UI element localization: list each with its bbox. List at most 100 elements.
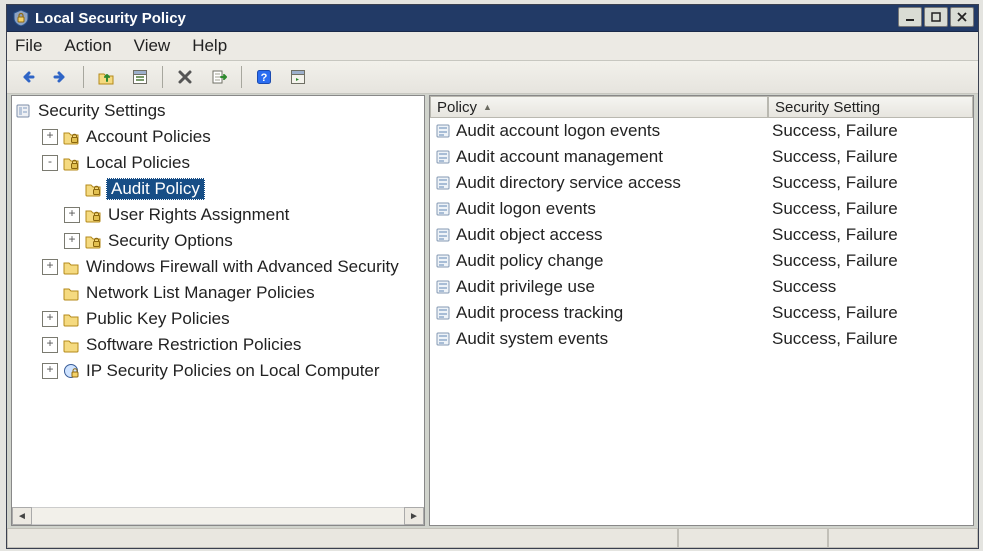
setting-label: Success, Failure [768,199,973,219]
folder-icon [62,285,80,301]
setting-label: Success, Failure [768,147,973,167]
tree-item[interactable]: + IP Security Policies on Local Computer [14,358,424,384]
tree-item-label: Local Policies [84,153,192,173]
window: Local Security Policy File Action View H… [6,4,979,549]
policy-label: Audit system events [456,329,608,349]
window-title: Local Security Policy [35,10,186,27]
tree-item-label: IP Security Policies on Local Computer [84,361,382,381]
policy-item-icon [434,201,452,217]
menu-action[interactable]: Action [64,36,111,56]
status-pane [678,528,828,548]
policy-item-icon [434,253,452,269]
menu-file[interactable]: File [15,36,42,56]
close-button[interactable] [950,7,974,27]
status-pane [7,528,678,548]
folder-icon [62,259,80,275]
scroll-right-button[interactable]: ► [404,507,424,525]
content-area: Security Settings + Account Policies - Loca… [11,95,974,526]
setting-label: Success, Failure [768,303,973,323]
tree-item[interactable]: + User Rights Assignment [14,202,424,228]
policy-label: Audit account management [456,147,663,167]
tree-item[interactable]: +Software Restriction Policies [14,332,424,358]
policy-item-icon [434,149,452,165]
toolbar [7,61,978,94]
tree-item[interactable]: - Local Policies [14,150,424,176]
export-button[interactable] [205,64,233,90]
list-row[interactable]: Audit system events Success, Failure [430,326,973,352]
policy-item-icon [434,123,452,139]
expand-icon[interactable]: + [42,259,58,275]
list-row[interactable]: Audit logon eventsSuccess, Failure [430,196,973,222]
setting-label: Success, Failure [768,329,973,349]
sort-asc-icon: ▲ [483,102,492,112]
divider-icon [241,66,242,88]
delete-button[interactable] [171,64,199,90]
collapse-icon[interactable]: - [42,155,58,171]
tree-item-label: Account Policies [84,127,213,147]
list-row[interactable]: Audit directory service access Success, F… [430,170,973,196]
list-row[interactable]: Audit object accessSuccess, Failure [430,222,973,248]
list-row[interactable]: Audit account management Success, Failure [430,144,973,170]
scroll-left-button[interactable]: ◄ [12,507,32,525]
tree-item-label: Network List Manager Policies [84,283,317,303]
tree-scroll[interactable]: Security Settings + Account Policies - Loca… [12,96,424,507]
expand-icon[interactable]: + [42,337,58,353]
tree-item[interactable]: + Windows Firewall with Advanced Security [14,254,424,280]
policy-item-icon [434,175,452,191]
expand-icon[interactable]: + [42,129,58,145]
tree-item-label: Public Key Policies [84,309,232,329]
back-button[interactable] [13,64,41,90]
status-pane [828,528,978,548]
policy-pane-icon [14,103,32,119]
col-header-policy-label: Policy [437,99,477,116]
minimize-button[interactable] [898,7,922,27]
tree-item-label: Security Options [106,231,235,251]
menu-view[interactable]: View [134,36,171,56]
policy-item-icon [434,331,452,347]
policy-label: Audit object access [456,225,602,245]
list-row[interactable]: Audit privilege use Success [430,274,973,300]
help-button[interactable] [250,64,278,90]
tree-root-label: Security Settings [36,101,168,121]
policy-item-icon [434,227,452,243]
list-row[interactable]: Audit account logon eventsSuccess, Failu… [430,118,973,144]
tree-item[interactable]: + Security Options [14,228,424,254]
tree-item[interactable]: Audit Policy [14,176,424,202]
expand-icon[interactable]: + [64,207,80,223]
hscrollbar[interactable]: ◄ ► [12,507,424,525]
forward-button[interactable] [47,64,75,90]
tree-item[interactable]: Network List Manager Policies [14,280,424,306]
tree-root[interactable]: Security Settings [14,98,424,124]
expand-icon[interactable]: + [42,311,58,327]
menu-help[interactable]: Help [192,36,227,56]
list-header: Policy ▲ Security Setting [430,96,973,118]
tree-item-label: User Rights Assignment [106,205,291,225]
tree-panel: Security Settings + Account Policies - Loca… [11,95,425,526]
policy-label: Audit account logon events [456,121,660,141]
policy-label: Audit privilege use [456,277,595,297]
list-row[interactable]: Audit policy changeSuccess, Failure [430,248,973,274]
col-header-setting[interactable]: Security Setting [768,96,973,118]
maximize-button[interactable] [924,7,948,27]
details-button[interactable] [126,64,154,90]
policy-label: Audit process tracking [456,303,623,323]
list-body[interactable]: Audit account logon events Success, Failu… [430,118,973,525]
expand-icon[interactable]: + [42,363,58,379]
list-row[interactable]: Audit process tracking Success, Failure [430,300,973,326]
tree-item-label: Windows Firewall with Advanced Security [84,257,401,277]
tree-item-label: Audit Policy [106,178,205,200]
expand-icon[interactable]: + [64,233,80,249]
title-bar[interactable]: Local Security Policy [7,5,978,32]
tree-item[interactable]: + Account Policies [14,124,424,150]
scroll-track[interactable] [32,507,404,525]
folder-icon [62,337,80,353]
col-header-policy[interactable]: Policy ▲ [430,96,768,118]
up-button[interactable] [92,64,120,90]
folder-lock-icon [84,207,102,223]
setting-label: Success, Failure [768,173,973,193]
setting-label: Success [768,277,973,297]
policy-label: Audit directory service access [456,173,681,193]
show-button[interactable] [284,64,312,90]
tree-item[interactable]: + Public Key Policies [14,306,424,332]
ipsec-icon [62,363,80,379]
